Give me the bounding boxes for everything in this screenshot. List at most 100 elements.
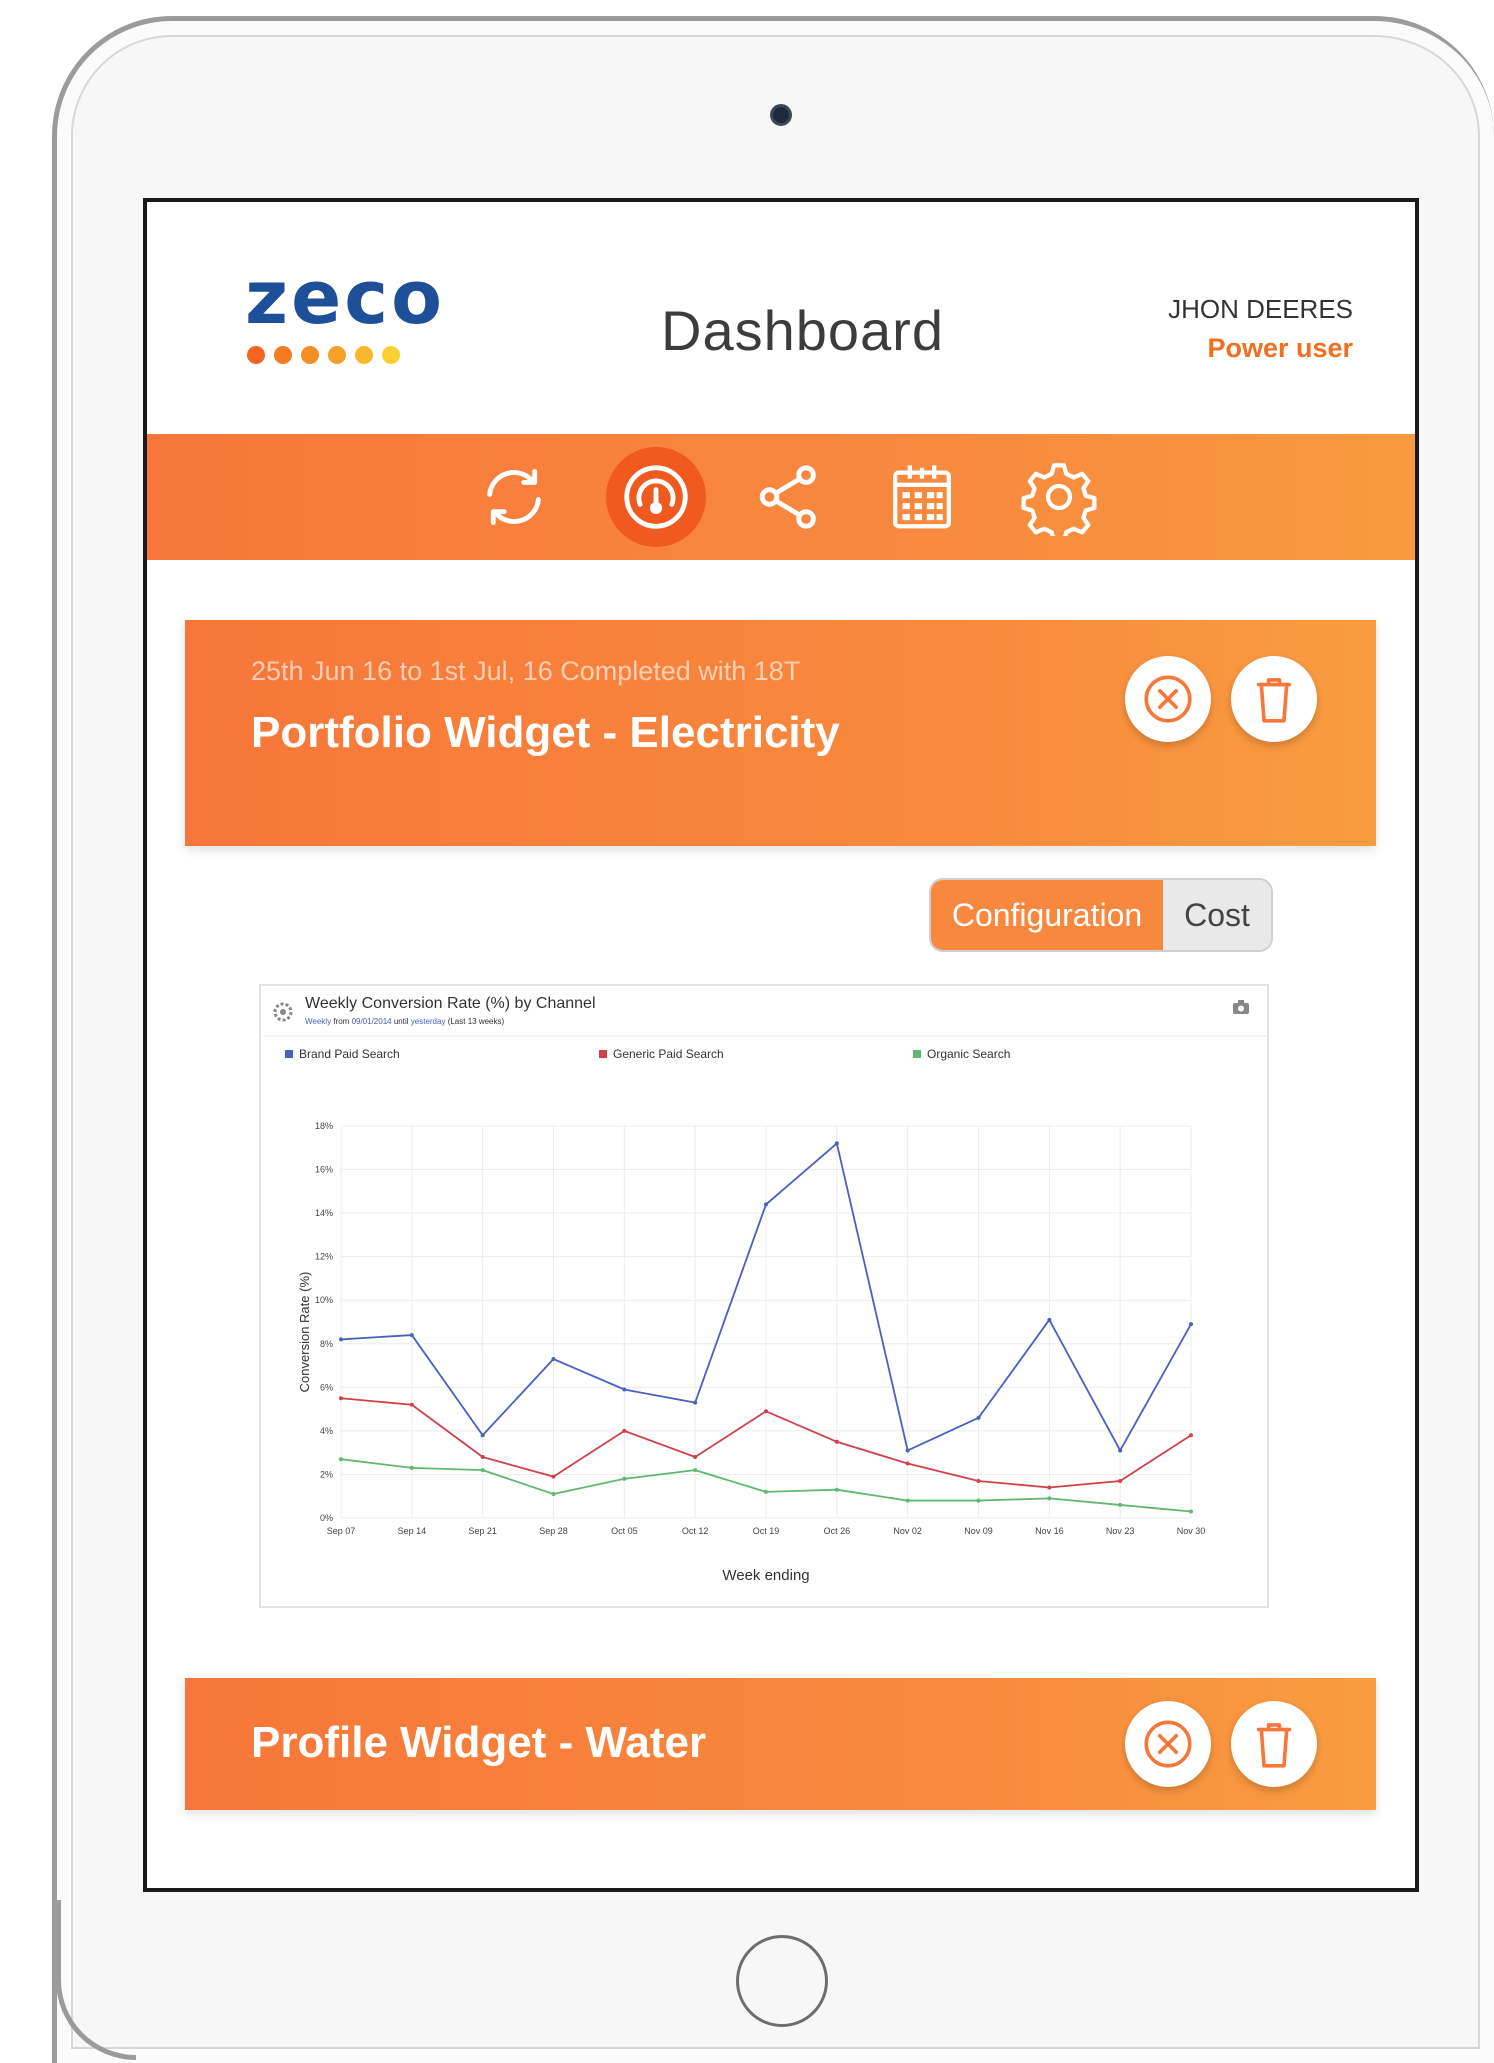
y-axis-label: Conversion Rate (%) — [297, 1272, 312, 1393]
conversion-rate-chart: Weekly Conversion Rate (%) by Channel We… — [259, 984, 1269, 1608]
period-selector: Weekly — [305, 1017, 331, 1026]
tab-cost[interactable]: Cost — [1163, 880, 1271, 950]
x-tick-label: Nov 09 — [964, 1526, 993, 1536]
data-point[interactable] — [622, 1387, 627, 1392]
data-point[interactable] — [905, 1461, 910, 1466]
tab-configuration[interactable]: Configuration — [931, 880, 1163, 950]
data-point[interactable] — [551, 1357, 556, 1362]
legend-label[interactable]: Brand Paid Search — [299, 1047, 400, 1061]
page-title: Dashboard — [661, 299, 944, 362]
data-point[interactable] — [976, 1415, 981, 1420]
data-point[interactable] — [339, 1396, 343, 1401]
data-point[interactable] — [764, 1409, 768, 1414]
y-tick-label: 4% — [320, 1426, 333, 1436]
widget-title: Profile Widget - Water — [251, 1718, 707, 1767]
y-tick-label: 6% — [320, 1382, 333, 1392]
refresh-button[interactable] — [464, 447, 564, 547]
data-point[interactable] — [693, 1400, 698, 1405]
legend-label[interactable]: Organic Search — [927, 1047, 1010, 1061]
data-point[interactable] — [1189, 1433, 1193, 1438]
chart-legend: Brand Paid Search Generic Paid Search Orga… — [285, 1047, 1010, 1061]
trash-icon — [1256, 1723, 1292, 1768]
share-button[interactable] — [739, 447, 839, 547]
legend-swatch — [285, 1050, 293, 1058]
refresh-icon — [487, 468, 541, 526]
data-point[interactable] — [409, 1333, 414, 1338]
y-tick-label: 18% — [315, 1121, 333, 1131]
data-point[interactable] — [339, 1457, 343, 1462]
x-tick-label: Nov 02 — [893, 1526, 922, 1536]
data-point[interactable] — [1189, 1322, 1193, 1327]
app-header: zeco Dashboard JHON DEERES Power user — [147, 202, 1415, 434]
data-point[interactable] — [409, 1465, 414, 1470]
data-point[interactable] — [693, 1468, 698, 1473]
settings-button[interactable] — [1009, 447, 1109, 547]
trash-icon — [1256, 678, 1292, 723]
y-tick-label: 14% — [315, 1208, 333, 1218]
logo-dots — [247, 346, 485, 364]
data-point[interactable] — [1118, 1478, 1123, 1483]
data-point[interactable] — [976, 1478, 981, 1483]
logo-dot — [274, 346, 292, 364]
settings-gear-icon — [1021, 463, 1097, 536]
x-tick-label: Nov 16 — [1035, 1526, 1064, 1536]
dashboard-button[interactable] — [606, 447, 706, 547]
x-tick-label: Oct 12 — [682, 1526, 709, 1536]
x-tick-label: Sep 14 — [398, 1526, 427, 1536]
y-tick-label: 0% — [320, 1513, 333, 1523]
data-point[interactable] — [834, 1141, 839, 1146]
logo-dot — [355, 346, 373, 364]
chart-settings-icon[interactable] — [273, 1002, 293, 1022]
logo-dot — [382, 346, 400, 364]
from-label: from — [333, 1017, 349, 1026]
camera-export-icon[interactable] — [1233, 1000, 1249, 1014]
data-point[interactable] — [480, 1468, 485, 1473]
data-point[interactable] — [905, 1498, 910, 1503]
data-point[interactable] — [1118, 1502, 1123, 1507]
close-circle-icon — [1144, 1720, 1192, 1768]
x-axis-ticks: Sep 07 Sep 14 Sep 21 Sep 28 Oct 05 Oct 12 Oct … — [327, 1526, 1206, 1536]
data-point[interactable] — [834, 1487, 839, 1492]
x-tick-label: Nov 30 — [1177, 1526, 1206, 1536]
user-info[interactable]: JHON DEERES Power user — [1168, 294, 1353, 364]
x-tick-label: Oct 19 — [753, 1526, 780, 1536]
until-date: yesterday — [411, 1017, 446, 1026]
data-point[interactable] — [905, 1448, 910, 1453]
data-point[interactable] — [834, 1439, 839, 1444]
x-tick-label: Sep 07 — [327, 1526, 356, 1536]
data-point[interactable] — [764, 1489, 768, 1494]
from-date: 09/01/2014 — [352, 1017, 393, 1026]
until-label: until — [394, 1017, 409, 1026]
chart-subtitle[interactable]: Weekly from 09/01/2014 until yesterday (… — [305, 1017, 504, 1026]
data-point[interactable] — [551, 1474, 556, 1479]
data-point[interactable] — [480, 1455, 485, 1460]
delete-widget-button[interactable] — [1231, 656, 1317, 742]
data-point[interactable] — [1189, 1509, 1193, 1514]
main-toolbar — [147, 434, 1415, 560]
home-button[interactable] — [736, 1935, 828, 2027]
data-point[interactable] — [409, 1402, 414, 1407]
close-widget-button[interactable] — [1125, 1701, 1211, 1787]
data-point[interactable] — [1047, 1485, 1052, 1490]
close-widget-button[interactable] — [1125, 656, 1211, 742]
data-point[interactable] — [480, 1433, 485, 1438]
delete-widget-button[interactable] — [1231, 1701, 1317, 1787]
legend-label[interactable]: Generic Paid Search — [613, 1047, 724, 1061]
data-point[interactable] — [1047, 1496, 1052, 1501]
chart-svg: Weekly Conversion Rate (%) by Channel We… — [263, 995, 1269, 1584]
data-point[interactable] — [622, 1428, 627, 1433]
y-tick-label: 2% — [320, 1469, 333, 1479]
data-point[interactable] — [693, 1455, 698, 1460]
data-point[interactable] — [551, 1492, 556, 1497]
data-point[interactable] — [622, 1476, 627, 1481]
data-point[interactable] — [764, 1202, 768, 1207]
calendar-button[interactable] — [872, 447, 972, 547]
widget-subtitle: 25th Jun 16 to 1st Jul, 16 Completed wit… — [251, 656, 801, 686]
y-tick-label: 16% — [315, 1165, 333, 1175]
y-tick-label: 10% — [315, 1295, 333, 1305]
data-point[interactable] — [976, 1498, 981, 1503]
data-point[interactable] — [339, 1337, 343, 1342]
data-point[interactable] — [1118, 1448, 1123, 1453]
data-point[interactable] — [1047, 1317, 1052, 1322]
x-tick-label: Sep 28 — [539, 1526, 568, 1536]
